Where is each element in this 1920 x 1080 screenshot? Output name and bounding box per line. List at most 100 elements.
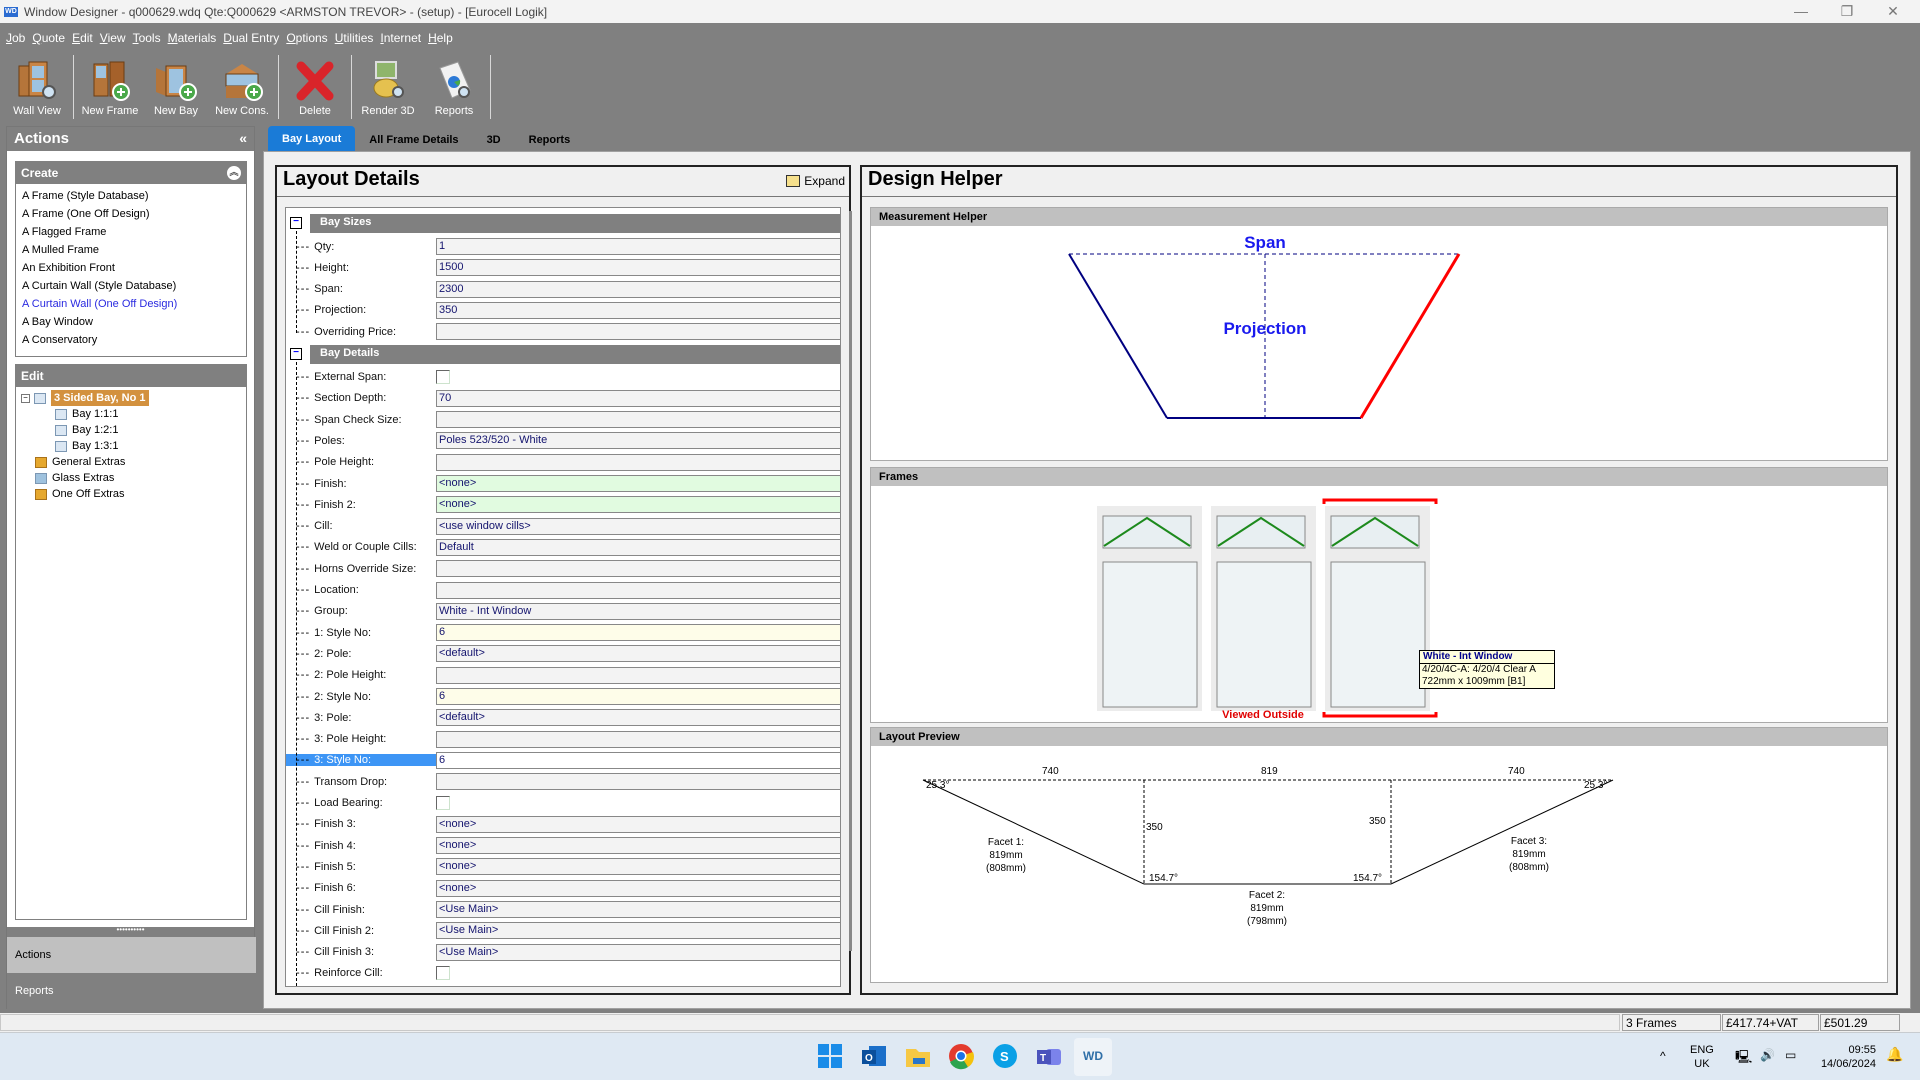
property-value-field[interactable] bbox=[436, 730, 840, 748]
new-frame-button[interactable]: New Frame bbox=[77, 53, 143, 119]
tab-bay-layout[interactable]: Bay Layout bbox=[268, 126, 356, 152]
splitter-handle[interactable]: •••••••••• bbox=[7, 926, 254, 937]
property-value-field[interactable]: White - Int Window bbox=[436, 602, 840, 620]
property-value-field[interactable]: <none> bbox=[436, 858, 840, 876]
tree-node-glass-extras[interactable]: Glass Extras bbox=[21, 470, 246, 486]
file-explorer-icon[interactable] bbox=[903, 1041, 933, 1071]
create-mulled-frame[interactable]: A Mulled Frame bbox=[16, 241, 246, 259]
start-button[interactable] bbox=[815, 1041, 845, 1071]
property-value-field[interactable] bbox=[436, 323, 840, 341]
menu-help[interactable]: Help bbox=[428, 31, 453, 45]
property-value-field[interactable]: <default> bbox=[436, 645, 840, 663]
property-value-field[interactable] bbox=[436, 773, 840, 791]
render-3d-button[interactable]: Render 3D bbox=[355, 53, 421, 119]
wall-view-button[interactable]: Wall View bbox=[4, 53, 70, 119]
property-checkbox[interactable] bbox=[436, 796, 450, 810]
tree-node-bay-1-3-1[interactable]: Bay 1:3:1 bbox=[21, 438, 246, 454]
menu-utilities[interactable]: Utilities bbox=[335, 31, 374, 45]
create-bay-window[interactable]: A Bay Window bbox=[16, 313, 246, 331]
nav-actions[interactable]: Actions bbox=[7, 937, 256, 973]
show-hidden-icons[interactable]: ^ bbox=[1660, 1049, 1666, 1063]
menu-internet[interactable]: Internet bbox=[380, 31, 421, 45]
reports-button[interactable]: Reports bbox=[421, 53, 487, 119]
tab-3d[interactable]: 3D bbox=[473, 128, 515, 152]
collapse-panel-button[interactable]: « bbox=[239, 130, 247, 148]
expand-button[interactable]: Expand bbox=[786, 174, 845, 188]
tree-node-general-extras[interactable]: General Extras bbox=[21, 454, 246, 470]
tab-reports[interactable]: Reports bbox=[515, 128, 585, 152]
menu-edit[interactable]: Edit bbox=[72, 31, 93, 45]
tree-node-one-off-extras[interactable]: One Off Extras bbox=[21, 486, 246, 502]
property-value-field[interactable]: Both Frames bbox=[436, 986, 841, 987]
property-value-field[interactable]: 6 bbox=[436, 688, 840, 705]
teams-icon[interactable]: T bbox=[1034, 1041, 1064, 1071]
property-value-field[interactable]: <none> bbox=[436, 815, 840, 833]
property-value-field[interactable]: <default> bbox=[436, 709, 840, 727]
property-value-field[interactable]: <none> bbox=[436, 496, 840, 514]
property-value-field[interactable] bbox=[436, 581, 840, 599]
close-button[interactable]: ✕ bbox=[1870, 0, 1916, 23]
chrome-icon[interactable] bbox=[946, 1041, 976, 1071]
menu-job[interactable]: Job bbox=[6, 31, 25, 45]
menu-quote[interactable]: Quote bbox=[32, 31, 65, 45]
collapse-up-icon[interactable]: ︽ bbox=[227, 166, 241, 180]
property-value-field[interactable]: <use window cills> bbox=[436, 517, 840, 535]
property-value-field[interactable]: Poles 523/520 - White bbox=[436, 432, 840, 450]
property-value-field[interactable]: Default bbox=[436, 538, 840, 556]
delete-button[interactable]: Delete bbox=[282, 53, 348, 119]
skype-icon[interactable]: S bbox=[990, 1041, 1020, 1071]
restore-button[interactable]: ❐ bbox=[1824, 0, 1870, 23]
new-bay-button[interactable]: New Bay bbox=[143, 53, 209, 119]
create-flagged-frame[interactable]: A Flagged Frame bbox=[16, 223, 246, 241]
property-checkbox[interactable] bbox=[436, 370, 450, 384]
tree-node-bay[interactable]: −3 Sided Bay, No 1 bbox=[21, 390, 246, 406]
tree-node-bay-1-1-1[interactable]: Bay 1:1:1 bbox=[21, 406, 246, 422]
property-value-field[interactable]: <Use Main> bbox=[436, 901, 840, 918]
property-value-field[interactable]: <none> bbox=[436, 475, 840, 492]
section-collapse-button[interactable]: − bbox=[290, 347, 302, 360]
property-value-field[interactable]: 6 bbox=[436, 624, 840, 642]
minimize-button[interactable]: — bbox=[1778, 0, 1824, 23]
property-value-field[interactable]: 2300 bbox=[436, 280, 840, 298]
create-frame-style-database[interactable]: A Frame (Style Database) bbox=[16, 187, 246, 205]
property-value-field[interactable] bbox=[436, 666, 840, 684]
property-value-field[interactable]: <Use Main> bbox=[436, 943, 840, 961]
create-curtain-wall-style-database[interactable]: A Curtain Wall (Style Database) bbox=[16, 277, 246, 295]
volume-icon[interactable]: 🔊 bbox=[1760, 1048, 1775, 1062]
property-value-field[interactable]: 70 bbox=[436, 389, 840, 407]
outlook-icon[interactable]: O bbox=[859, 1041, 889, 1071]
clock[interactable]: 09:55 14/06/2024 bbox=[1810, 1043, 1876, 1071]
section-collapse-button[interactable]: − bbox=[290, 217, 302, 229]
property-value-field[interactable]: 1500 bbox=[436, 259, 840, 277]
new-conservatory-button[interactable]: New Cons. bbox=[209, 53, 275, 119]
tree-node-bay-1-2-1[interactable]: Bay 1:2:1 bbox=[21, 422, 246, 438]
property-value-field[interactable] bbox=[436, 453, 840, 471]
menu-materials[interactable]: Materials bbox=[168, 31, 217, 45]
tree-collapse-icon[interactable]: − bbox=[21, 393, 30, 403]
language-indicator[interactable]: ENG UK bbox=[1690, 1043, 1714, 1071]
property-value-field[interactable]: 350 bbox=[436, 301, 840, 319]
create-conservatory[interactable]: A Conservatory bbox=[16, 331, 246, 349]
property-value-field[interactable]: 1 bbox=[436, 238, 840, 255]
create-exhibition-front[interactable]: An Exhibition Front bbox=[16, 259, 246, 277]
property-checkbox[interactable] bbox=[436, 966, 450, 981]
window-designer-taskbar-icon[interactable]: WD bbox=[1074, 1038, 1112, 1076]
vertical-scrollbar[interactable] bbox=[849, 211, 852, 951]
tab-all-frame-details[interactable]: All Frame Details bbox=[355, 128, 472, 152]
menu-dual-entry[interactable]: Dual Entry bbox=[223, 31, 279, 45]
property-value-field[interactable]: <Use Main> bbox=[436, 922, 840, 940]
battery-icon[interactable]: ▭ bbox=[1785, 1048, 1796, 1062]
create-frame-one-off[interactable]: A Frame (One Off Design) bbox=[16, 205, 246, 223]
property-value-field[interactable]: <none> bbox=[436, 837, 840, 855]
property-value-field[interactable]: 6 bbox=[436, 751, 840, 769]
menu-options[interactable]: Options bbox=[286, 31, 327, 45]
property-value-field[interactable]: <none> bbox=[436, 879, 840, 897]
property-value-field[interactable] bbox=[436, 411, 840, 429]
menu-tools[interactable]: Tools bbox=[133, 31, 161, 45]
create-curtain-wall-one-off[interactable]: A Curtain Wall (One Off Design) bbox=[16, 295, 246, 313]
menu-view[interactable]: View bbox=[100, 31, 126, 45]
property-value-field[interactable] bbox=[436, 560, 840, 578]
notification-bell-icon[interactable]: 🔔 bbox=[1886, 1046, 1903, 1063]
nav-reports[interactable]: Reports bbox=[7, 973, 256, 1009]
network-icon[interactable]: 🖳 bbox=[1735, 1048, 1752, 1070]
